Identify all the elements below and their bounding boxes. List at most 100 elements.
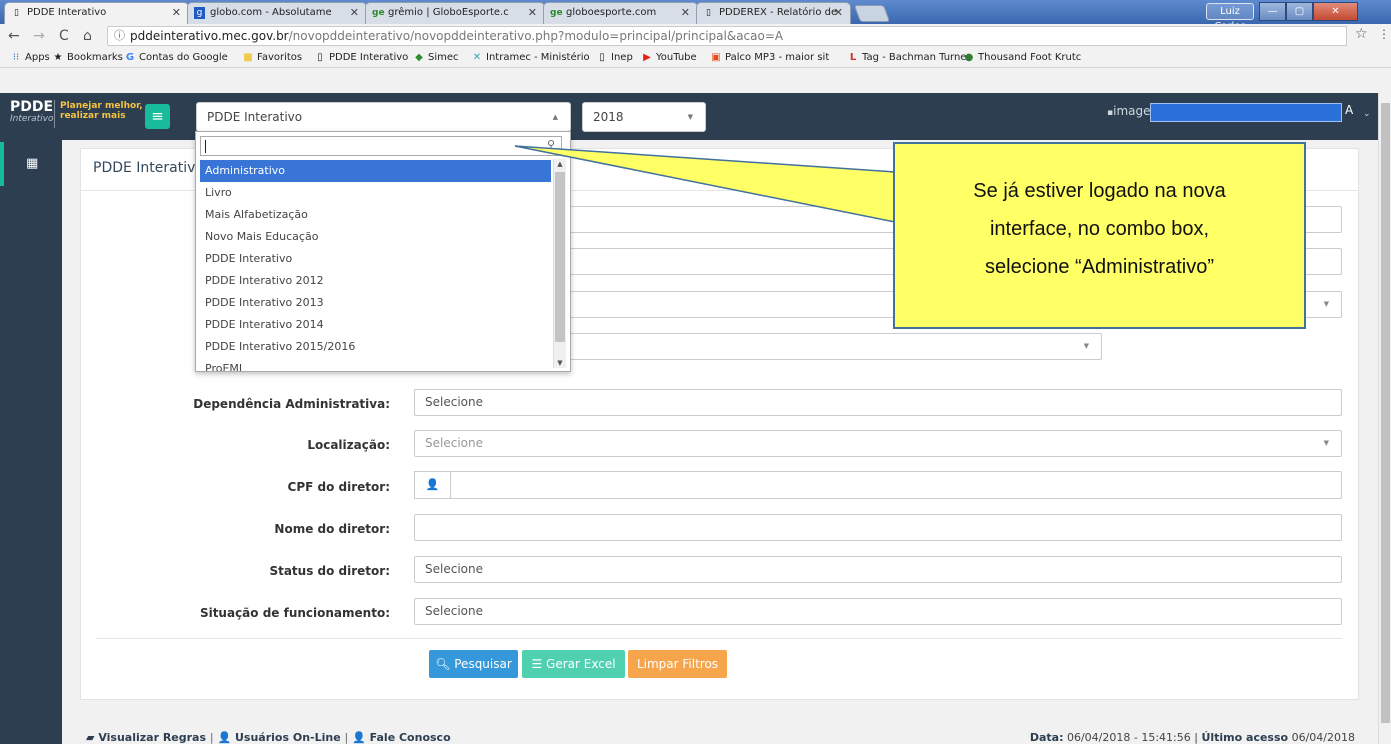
new-tab-button[interactable] — [853, 5, 891, 22]
last-access-label: Último acesso — [1201, 731, 1289, 744]
close-icon[interactable]: ✕ — [172, 3, 181, 23]
bookmark-pdde[interactable]: ▯ PDDE Interativo — [314, 50, 408, 66]
footer-link-regras[interactable]: Visualizar Regras — [98, 731, 206, 744]
search-icon: ⚲ — [546, 138, 555, 151]
user-icon: 👤 — [352, 731, 366, 744]
close-icon[interactable]: ✕ — [528, 3, 537, 23]
option-novo-mais-educacao[interactable]: Novo Mais Educação — [200, 226, 551, 248]
page-icon: ▯ — [706, 8, 711, 18]
profile-chip[interactable]: Luiz Carlos — [1206, 3, 1254, 32]
dashboard-grid-icon[interactable]: ▦ — [26, 156, 38, 171]
option-administrativo[interactable]: Administrativo — [200, 160, 551, 182]
limpar-filtros-button[interactable]: Limpar Filtros — [628, 650, 727, 678]
page-icon: ▯ — [599, 52, 605, 63]
window-close-button[interactable]: ✕ — [1313, 2, 1358, 21]
situacao-select[interactable]: Selecione — [414, 598, 1342, 625]
forward-arrow-icon[interactable]: → — [33, 27, 45, 45]
nome-input[interactable] — [414, 514, 1342, 541]
dropdown-scrollbar[interactable]: ▲ ▼ — [553, 159, 566, 368]
text-cursor — [205, 140, 206, 153]
nome-label: Nome do diretor: — [274, 522, 390, 536]
option-proemi[interactable]: ProEMI — [200, 358, 551, 371]
tab-gremio[interactable]: ge grêmio | GloboEsporte.c ✕ — [365, 2, 545, 24]
search-icon: 🔍︎ — [435, 657, 451, 671]
module-dropdown: ⚲ Administrativo Livro Mais Alfabetizaçã… — [195, 131, 571, 372]
bookmark-tag[interactable]: L Tag - Bachman Turne — [847, 50, 967, 66]
bookmark-favoritos[interactable]: ■ Favoritos — [242, 50, 302, 66]
user-name-redacted[interactable] — [1150, 103, 1342, 122]
year-select[interactable]: 2018 ▼ — [582, 102, 706, 132]
scroll-up-icon[interactable]: ▲ — [554, 160, 566, 168]
footer-link-usuarios[interactable]: Usuários On-Line — [235, 731, 341, 744]
dependencia-select[interactable]: Selecione — [414, 389, 1342, 416]
home-icon[interactable]: ⌂ — [83, 27, 92, 45]
option-pdde-interativo[interactable]: PDDE Interativo — [200, 248, 551, 270]
last-access-value: 06/04/2018 — [1291, 731, 1355, 744]
dropdown-search-input[interactable]: ⚲ — [200, 136, 562, 156]
option-livro[interactable]: Livro — [200, 182, 551, 204]
address-bar: ← → C ⌂ ⓘ pddeinterativo.mec.gov.br/novo… — [0, 24, 1391, 48]
option-pdde-2012[interactable]: PDDE Interativo 2012 — [200, 270, 551, 292]
tab-title: grêmio | GloboEsporte.c — [388, 7, 509, 18]
tab-globoesporte[interactable]: ge globoesporte.com ✕ — [543, 2, 698, 24]
reload-icon[interactable]: C — [59, 27, 69, 45]
gerar-excel-button[interactable]: ☰ Gerar Excel — [522, 650, 625, 678]
youtube-icon: ▶ — [643, 52, 651, 63]
module-select-value: PDDE Interativo — [207, 110, 303, 124]
tab-title: PDDEREX - Relatório de — [719, 7, 838, 18]
bookmark-palco[interactable]: ▣ Palco MP3 - maior sit — [710, 50, 829, 66]
info-icon[interactable]: ⓘ — [114, 27, 125, 45]
bookmark-apps[interactable]: ⁝⁝ Apps — [10, 50, 50, 66]
date-value: 06/04/2018 - 15:41:56 — [1066, 731, 1191, 744]
bookmark-bookmarks[interactable]: ★ Bookmarks — [52, 50, 123, 66]
option-pdde-2013[interactable]: PDDE Interativo 2013 — [200, 292, 551, 314]
option-pdde-2014[interactable]: PDDE Interativo 2014 — [200, 314, 551, 336]
dependencia-label: Dependência Administrativa: — [193, 397, 390, 411]
tab-pdderex[interactable]: ▯ PDDEREX - Relatório de ✕ — [696, 2, 851, 24]
callout-line-1: Se já estiver logado na nova — [973, 180, 1226, 202]
pesquisar-button[interactable]: 🔍︎ Pesquisar — [429, 650, 518, 678]
close-icon[interactable]: ✕ — [681, 3, 690, 23]
dropdown-options: Administrativo Livro Mais Alfabetização … — [200, 160, 551, 371]
url-input[interactable]: ⓘ pddeinterativo.mec.gov.br/novopddeinte… — [107, 26, 1347, 46]
status-select[interactable]: Selecione — [414, 556, 1342, 583]
dropdown-scroll-thumb[interactable] — [555, 172, 565, 342]
bookmark-simec[interactable]: ◆ Simec — [413, 50, 458, 66]
app-logo[interactable]: PDDE Interativo Planejar melhor, realiza… — [8, 98, 143, 134]
logo-tagline-1: Planejar melhor, — [60, 101, 143, 111]
tab-pdde-interativo[interactable]: ▯ PDDE Interativo ✕ — [4, 2, 189, 24]
option-mais-alfabetizacao[interactable]: Mais Alfabetização — [200, 204, 551, 226]
music-icon: ▣ — [711, 52, 721, 63]
tab-globo[interactable]: g globo.com - Absolutame ✕ — [187, 2, 367, 24]
scroll-down-icon[interactable]: ▼ — [554, 359, 566, 367]
form-divider — [96, 638, 1342, 639]
bookmark-google[interactable]: G Contas do Google — [124, 50, 228, 66]
situacao-label: Situação de funcionamento: — [199, 606, 390, 620]
back-arrow-icon[interactable]: ← — [8, 27, 20, 45]
close-icon[interactable]: ✕ — [834, 3, 843, 23]
bookmark-thousand[interactable]: ● Thousand Foot Krutc — [963, 50, 1082, 66]
bookmark-inep[interactable]: ▯ Inep — [596, 50, 633, 66]
menu-kebab-icon[interactable]: ⋮ — [1378, 27, 1390, 41]
chevron-down-icon[interactable]: ⌄ — [1363, 109, 1371, 119]
browser-tab-bar: ▯ PDDE Interativo ✕ g globo.com - Absolu… — [0, 0, 1391, 32]
scrollbar-thumb[interactable] — [1381, 103, 1390, 723]
broken-image-icon: ▪image — [1107, 104, 1151, 118]
hidden-select-4[interactable]: ▼ — [560, 333, 1102, 360]
date-label: Data: — [1029, 731, 1064, 744]
page-scrollbar[interactable] — [1378, 93, 1391, 744]
option-pdde-2015-2016[interactable]: PDDE Interativo 2015/2016 — [200, 336, 551, 358]
localizacao-select[interactable]: Selecione ▼ — [414, 430, 1342, 457]
maximize-button[interactable]: ▢ — [1286, 2, 1313, 21]
bookmark-star-icon[interactable]: ☆ — [1355, 26, 1368, 42]
menu-toggle-button[interactable]: ≡ — [145, 104, 170, 129]
footer-link-fale[interactable]: Fale Conosco — [370, 731, 451, 744]
globo-icon: g — [194, 7, 205, 19]
cpf-input[interactable] — [450, 471, 1342, 499]
globe-icon: ● — [964, 52, 974, 63]
close-icon[interactable]: ✕ — [350, 3, 359, 23]
bookmark-intramec[interactable]: ✕ Intramec - Ministério — [471, 50, 590, 66]
bookmark-youtube[interactable]: ▶ YouTube — [641, 50, 697, 66]
module-select[interactable]: PDDE Interativo ▲ — [196, 102, 571, 132]
minimize-button[interactable]: — — [1259, 2, 1286, 21]
